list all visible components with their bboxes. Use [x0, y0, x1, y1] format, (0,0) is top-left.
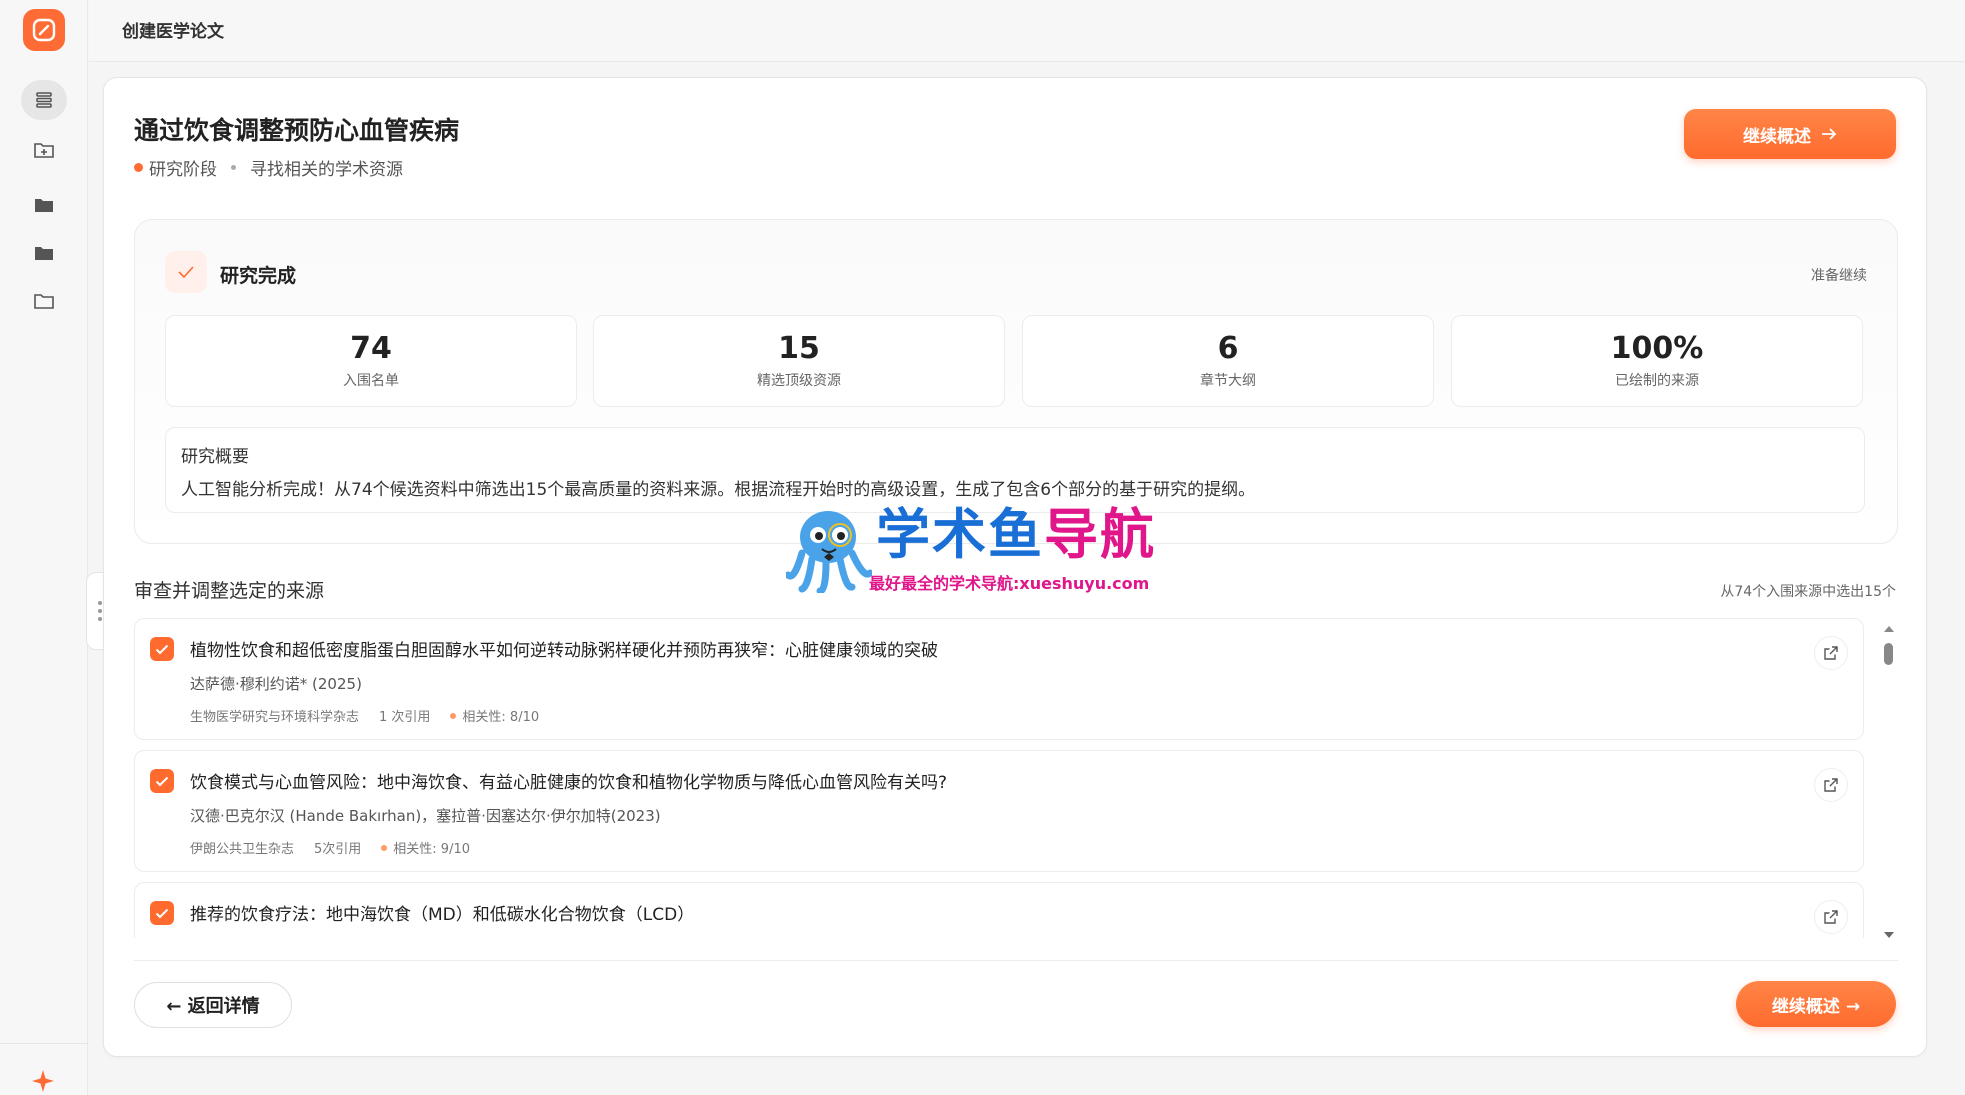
stack-icon[interactable] — [21, 80, 67, 120]
source-title: 植物性饮食和超低密度脂蛋白胆固醇水平如何逆转动脉粥样硬化并预防再狭窄：心脏健康领… — [190, 641, 938, 661]
folder-icon[interactable] — [21, 185, 67, 225]
arrow-right-icon — [1822, 128, 1837, 140]
stat-label: 已绘制的来源 — [1615, 373, 1699, 389]
back-to-details-button[interactable]: ← 返回详情 — [134, 982, 292, 1028]
source-list[interactable]: 植物性饮食和超低密度脂蛋白胆固醇水平如何逆转动脉粥样硬化并预防再狭窄：心脏健康领… — [134, 618, 1884, 938]
sub-stage-label: 寻找相关的学术资源 — [250, 160, 403, 180]
source-item: 推荐的饮食疗法：地中海饮食（MD）和低碳水化合物饮食（LCD） — [134, 882, 1864, 938]
source-author: 达萨德·穆利约诺* (2025) — [190, 675, 362, 693]
top-bar: 创建医学论文 — [89, 0, 1965, 62]
source-checkbox[interactable] — [150, 901, 174, 925]
source-title: 推荐的饮食疗法：地中海饮食（MD）和低碳水化合物饮食（LCD） — [190, 905, 695, 925]
sources-heading: 审查并调整选定的来源 — [134, 580, 325, 602]
stat-value: 100% — [1610, 331, 1704, 366]
watermark: 学术鱼导航 最好最全的学术导航:xueshuyu.com — [786, 503, 1182, 595]
page-title: 通过饮食调整预防心血管疾病 — [134, 116, 460, 145]
summary-title: 研究概要 — [181, 447, 249, 467]
source-checkbox[interactable] — [150, 769, 174, 793]
source-journal: 伊朗公共卫生杂志 — [190, 842, 295, 857]
relevance-dot — [450, 712, 457, 719]
watermark-title-part2: 导航 — [1044, 503, 1156, 566]
stage-dot — [134, 163, 143, 172]
sparkle-icon[interactable] — [30, 1068, 56, 1095]
ready-status: 准备继续 — [1811, 268, 1867, 284]
relevance-dot — [381, 844, 388, 851]
research-summary: 研究概要 人工智能分析完成！从74个候选资料中筛选出15个最高质量的资料来源。根… — [165, 427, 1865, 513]
folder-icon[interactable] — [21, 233, 67, 273]
stat-label: 入围名单 — [343, 373, 399, 389]
watermark-subtitle: 最好最全的学术导航:xueshuyu.com — [869, 574, 1150, 593]
folder-outline-icon[interactable] — [21, 281, 67, 321]
source-checkbox[interactable] — [150, 637, 174, 661]
sidebar-divider — [0, 1043, 88, 1044]
continue-outline-label: 继续概述 — [1743, 126, 1811, 147]
source-item: 饮食模式与心血管风险：地中海饮食、有益心脏健康的饮食和植物化学物质与降低心血管风… — [134, 750, 1864, 872]
stat-value: 15 — [778, 331, 820, 366]
source-item: 植物性饮食和超低密度脂蛋白胆固醇水平如何逆转动脉粥样硬化并预防再狭窄：心脏健康领… — [134, 618, 1864, 740]
check-icon — [165, 251, 207, 293]
source-relevance: 相关性: 9/10 — [393, 842, 471, 857]
source-citations: 5次引用 — [314, 842, 362, 857]
watermark-title-part1: 学术鱼 — [876, 503, 1044, 566]
logo-icon[interactable] — [23, 9, 65, 51]
octopus-mascot-icon — [786, 511, 872, 593]
source-title: 饮食模式与心血管风险：地中海饮食、有益心脏健康的饮食和植物化学物质与降低心血管风… — [190, 773, 948, 793]
sources-count: 从74个入围来源中选出15个 — [1720, 584, 1896, 600]
stat-value: 74 — [350, 331, 392, 366]
scroll-up-icon[interactable] — [1882, 623, 1896, 633]
source-relevance: 相关性: 8/10 — [462, 710, 540, 725]
continue-outline-bottom-button[interactable]: 继续概述 → — [1736, 981, 1896, 1027]
footer-divider — [134, 960, 1898, 961]
separator-dot — [231, 165, 236, 170]
sidebar — [0, 0, 88, 1095]
source-citations: 1 次引用 — [379, 710, 431, 725]
stat-label: 章节大纲 — [1200, 373, 1256, 389]
research-complete-title: 研究完成 — [220, 265, 297, 287]
stage-label: 研究阶段 — [149, 160, 217, 180]
external-link-icon[interactable] — [1814, 900, 1848, 934]
stat-card: 6 章节大纲 — [1022, 315, 1434, 407]
stat-card: 15 精选顶级资源 — [593, 315, 1005, 407]
source-list-scrollbar[interactable] — [1882, 623, 1896, 941]
source-meta: 伊朗公共卫生杂志 5次引用 相关性: 9/10 — [190, 838, 490, 857]
external-link-icon[interactable] — [1814, 768, 1848, 802]
summary-text: 人工智能分析完成！从74个候选资料中筛选出15个最高质量的资料来源。根据流程开始… — [181, 480, 1256, 500]
watermark-title: 学术鱼导航 — [876, 503, 1156, 567]
source-meta: 生物医学研究与环境科学杂志 1 次引用 相关性: 8/10 — [190, 706, 559, 725]
external-link-icon[interactable] — [1814, 636, 1848, 670]
scroll-thumb[interactable] — [1884, 643, 1893, 665]
research-complete-panel: 研究完成 准备继续 74 入围名单 15 精选顶级资源 6 章节大纲 100% … — [134, 219, 1898, 544]
stat-value: 6 — [1217, 331, 1239, 366]
scroll-down-icon[interactable] — [1882, 931, 1896, 941]
continue-outline-button[interactable]: 继续概述 — [1684, 109, 1896, 159]
source-author: 汉德·巴克尔汉 (Hande Bakırhan)，塞拉普·因塞达尔·伊尔加特(2… — [190, 807, 661, 825]
check-icon — [155, 776, 169, 786]
check-icon — [155, 908, 169, 918]
app-title: 创建医学论文 — [122, 22, 224, 42]
source-journal: 生物医学研究与环境科学杂志 — [190, 710, 360, 725]
stat-card: 100% 已绘制的来源 — [1451, 315, 1863, 407]
check-icon — [155, 644, 169, 654]
stat-label: 精选顶级资源 — [757, 373, 841, 389]
folder-plus-icon[interactable] — [21, 130, 67, 170]
stage-breadcrumb: 研究阶段 寻找相关的学术资源 — [134, 155, 403, 180]
stat-card: 74 入围名单 — [165, 315, 577, 407]
